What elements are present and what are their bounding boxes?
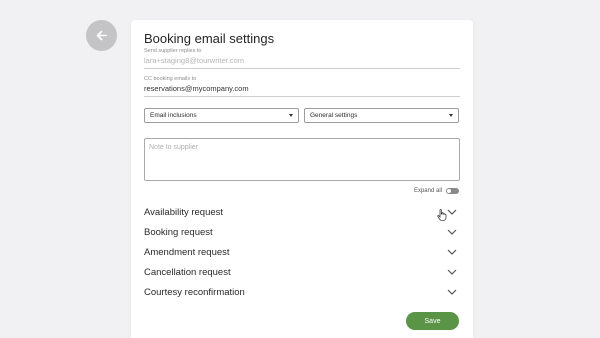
reply-to-input[interactable]: lara+staging8@tourwriter.com <box>144 56 460 69</box>
accordion-label: Courtesy reconfirmation <box>144 286 245 298</box>
accordion-label: Booking request <box>144 226 213 238</box>
chevron-down-icon[interactable] <box>447 208 457 216</box>
expand-all-label: Expand all <box>413 188 442 194</box>
reply-to-field[interactable]: Send supplier replies to lara+staging8@t… <box>144 48 460 69</box>
email-inclusions-value: Email inclusions <box>150 112 197 119</box>
cc-input[interactable]: reservations@mycompany.com <box>144 84 460 97</box>
caret-down-icon <box>289 114 293 117</box>
accordion-availability-request[interactable]: Availability request <box>144 205 457 219</box>
hand-cursor-icon <box>437 209 447 221</box>
back-button[interactable] <box>86 20 117 51</box>
note-to-supplier-textarea[interactable]: Note to supplier <box>144 138 460 181</box>
cc-label: CC booking emails to <box>144 76 197 82</box>
general-settings-select[interactable]: General settings <box>304 108 459 123</box>
accordion-label: Availability request <box>144 206 224 218</box>
accordion-cancellation-request[interactable]: Cancellation request <box>144 265 457 279</box>
expand-all-control[interactable]: Expand all <box>414 188 459 194</box>
accordion-booking-request[interactable]: Booking request <box>144 225 457 239</box>
accordion-amendment-request[interactable]: Amendment request <box>144 245 457 259</box>
general-settings-value: General settings <box>310 112 358 119</box>
reply-to-label: Send supplier replies to <box>144 48 202 54</box>
caret-down-icon <box>449 114 453 117</box>
chevron-down-icon[interactable] <box>447 248 457 256</box>
email-inclusions-select[interactable]: Email inclusions <box>144 108 299 123</box>
page-title: Booking email settings <box>144 31 275 46</box>
accordion-label: Amendment request <box>144 246 230 258</box>
arrow-left-icon <box>96 30 107 41</box>
expand-all-toggle[interactable] <box>446 188 459 194</box>
accordion-courtesy-reconfirmation[interactable]: Courtesy reconfirmation <box>144 285 457 299</box>
accordion-label: Cancellation request <box>144 266 231 278</box>
cc-field[interactable]: CC booking emails to reservations@mycomp… <box>144 76 460 97</box>
booking-email-settings-card: Booking email settings Send supplier rep… <box>131 20 473 338</box>
chevron-down-icon[interactable] <box>447 228 457 236</box>
chevron-down-icon[interactable] <box>447 288 457 296</box>
save-button[interactable]: Save <box>406 312 459 330</box>
chevron-down-icon[interactable] <box>447 268 457 276</box>
